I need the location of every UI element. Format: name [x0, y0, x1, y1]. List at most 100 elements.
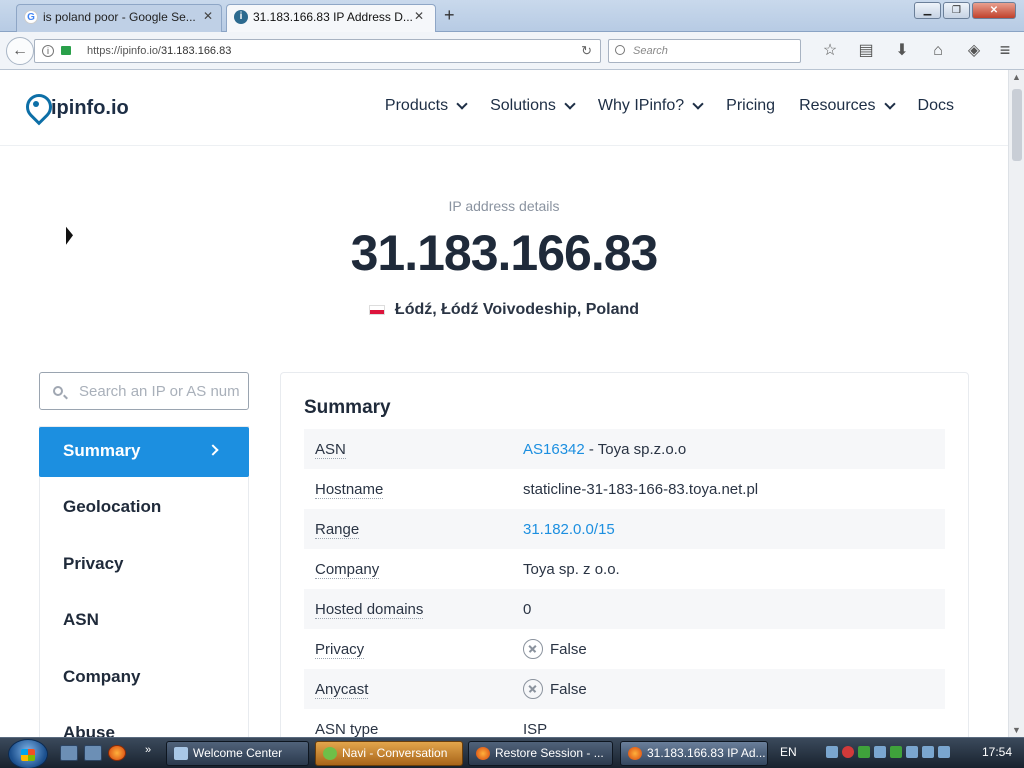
info-icon[interactable]: i	[42, 45, 54, 57]
poland-flag-icon	[368, 304, 385, 315]
navigation-toolbar: ← i https://ipinfo.io/31.183.166.83 ↻ Se…	[0, 32, 1024, 70]
switch-windows-icon[interactable]	[84, 745, 102, 761]
tab-strip: G is poland poor - Google Se... ✕ i 31.1…	[0, 0, 1024, 32]
ipinfo-logo-icon	[25, 94, 47, 122]
nav-products[interactable]: Products	[385, 97, 468, 115]
chevron-down-icon	[692, 98, 704, 110]
toolbar-icons: ☆ ▤ ⬇ ⌂ ◈	[812, 40, 992, 62]
search-icon	[615, 45, 625, 55]
search-icon	[53, 386, 63, 396]
chevron-down-icon	[883, 98, 896, 110]
tab-title: is poland poor - Google Se...	[43, 10, 196, 24]
nav-pricing[interactable]: Pricing	[726, 97, 775, 115]
minimize-button[interactable]: ▁	[914, 2, 941, 19]
page-scrollbar[interactable]: ▲ ▼	[1008, 70, 1024, 737]
x-circle-icon	[523, 679, 543, 699]
table-row: Range 31.182.0.0/15	[304, 509, 945, 549]
taskbar-navi-conversation[interactable]: Navi - Conversation	[315, 741, 463, 766]
start-button[interactable]	[8, 739, 48, 768]
home-icon[interactable]: ⌂	[920, 40, 956, 62]
page-subtitle: IP address details	[448, 198, 560, 214]
tray-app-icon[interactable]	[874, 746, 886, 758]
hamburger-menu-icon[interactable]: ≡	[994, 40, 1016, 62]
asn-link[interactable]: AS16342	[523, 441, 585, 458]
tab-close-icon[interactable]: ✕	[414, 9, 424, 23]
pocket-icon[interactable]: ◈	[956, 40, 992, 62]
section-nav: Summary Geolocation Privacy ASN Company …	[39, 426, 249, 737]
top-nav: Products Solutions Why IPinfo? Pricing R…	[361, 97, 954, 115]
scroll-thumb[interactable]	[1012, 89, 1022, 161]
address-bar[interactable]: i https://ipinfo.io/31.183.166.83 ↻	[34, 39, 601, 63]
show-desktop-icon[interactable]	[60, 745, 78, 761]
sidenav-summary[interactable]: Summary	[39, 427, 249, 477]
nav-solutions[interactable]: Solutions	[490, 97, 576, 115]
reading-list-icon[interactable]: ▤	[848, 40, 884, 62]
speaker-icon[interactable]	[938, 746, 950, 758]
browser-tab-ipinfo[interactable]: i 31.183.166.83 IP Address D...	[226, 4, 436, 32]
nav-why-ipinfo[interactable]: Why IPinfo?	[598, 97, 704, 115]
table-row: Hosted domains 0	[304, 589, 945, 629]
tray-app-icon[interactable]	[906, 746, 918, 758]
lock-icon	[61, 46, 71, 55]
tab-close-icon[interactable]: ✕	[203, 9, 213, 23]
location-line: Łódź, Łódź Voivodeship, Poland	[0, 301, 1008, 319]
sidenav-company[interactable]: Company	[40, 653, 248, 710]
nav-resources[interactable]: Resources	[799, 97, 896, 115]
clock[interactable]: 17:54	[982, 745, 1012, 759]
table-row: ASN type ISP	[315, 720, 548, 737]
sidenav-asn[interactable]: ASN	[40, 596, 248, 653]
table-row: Anycast False	[304, 669, 945, 709]
close-window-button[interactable]: ✕	[972, 2, 1016, 19]
network-icon[interactable]	[826, 746, 838, 758]
window-controls: ▁ ❐ ✕	[912, 2, 1016, 19]
quick-launch	[60, 745, 132, 761]
language-indicator[interactable]: EN	[780, 745, 797, 759]
taskbar-ipinfo-window[interactable]: 31.183.166.83 IP Ad...	[620, 741, 768, 766]
sidenav-abuse[interactable]: Abuse	[40, 709, 248, 737]
maximize-button[interactable]: ❐	[943, 2, 970, 19]
summary-card: Summary ASN AS16342 - Toya sp.z.o.o Host…	[280, 372, 969, 737]
ipinfo-pin-icon: i	[234, 10, 248, 24]
page-title-ip: 31.183.166.83	[350, 225, 659, 281]
browser-search-input[interactable]: Search	[608, 39, 801, 63]
tray-app-icon[interactable]	[890, 746, 902, 758]
table-row: ASN AS16342 - Toya sp.z.o.o	[304, 429, 945, 469]
summary-heading: Summary	[304, 397, 391, 418]
windows-taskbar: » Welcome Center Navi - Conversation Res…	[0, 737, 1024, 768]
chevron-right-icon	[207, 444, 219, 456]
more-icons-chevron[interactable]: »	[145, 744, 151, 756]
firefox-icon[interactable]	[108, 745, 126, 761]
range-link[interactable]: 31.182.0.0/15	[523, 521, 615, 538]
system-tray	[826, 746, 954, 758]
display-icon[interactable]	[922, 746, 934, 758]
back-button[interactable]: ←	[6, 37, 34, 65]
sidenav-privacy[interactable]: Privacy	[40, 540, 248, 597]
table-row: Hostname staticline-31-183-166-83.toya.n…	[315, 480, 759, 499]
x-circle-icon	[523, 639, 543, 659]
logo-text: ipinfo.io	[51, 96, 129, 119]
mouse-cursor-icon	[66, 226, 73, 248]
taskbar-welcome-center[interactable]: Welcome Center	[166, 741, 309, 766]
browser-tab-google[interactable]: G is poland poor - Google Se...	[16, 4, 222, 32]
ip-search-input[interactable]	[79, 381, 239, 401]
update-icon[interactable]	[858, 746, 870, 758]
page-viewport: ipinfo.io Products Solutions Why IPinfo?…	[0, 70, 1008, 737]
sidenav-geolocation[interactable]: Geolocation	[40, 483, 248, 540]
reload-icon[interactable]: ↻	[581, 40, 592, 62]
scroll-down-icon[interactable]: ▼	[1012, 725, 1021, 735]
nav-docs[interactable]: Docs	[918, 97, 954, 115]
security-alert-icon[interactable]	[842, 746, 854, 758]
summary-table: ASN AS16342 - Toya sp.z.o.o Hostname sta…	[304, 429, 945, 737]
bookmark-star-icon[interactable]: ☆	[812, 40, 848, 62]
table-row: Privacy False	[315, 639, 587, 659]
site-header: ipinfo.io Products Solutions Why IPinfo?…	[0, 70, 1008, 146]
google-g-icon: G	[24, 10, 38, 24]
taskbar-restore-session[interactable]: Restore Session - ...	[468, 741, 613, 766]
url-text: https://ipinfo.io/31.183.166.83	[87, 45, 232, 57]
location-text: Łódź, Łódź Voivodeship, Poland	[394, 301, 640, 318]
window-icon	[174, 747, 188, 760]
site-logo[interactable]: ipinfo.io	[25, 94, 129, 122]
scroll-up-icon[interactable]: ▲	[1012, 72, 1021, 82]
downloads-icon[interactable]: ⬇	[884, 40, 920, 62]
new-tab-button[interactable]: +	[444, 5, 455, 26]
